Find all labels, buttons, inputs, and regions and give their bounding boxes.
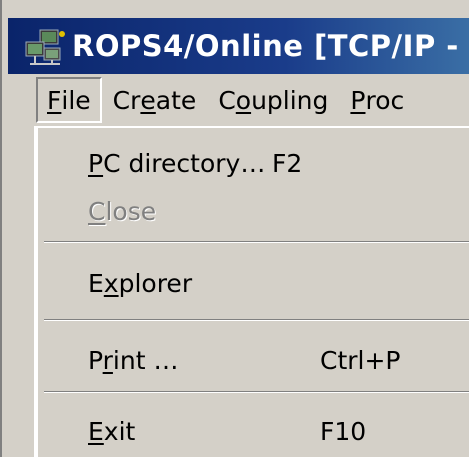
menu-separator	[44, 319, 469, 321]
menu-item-label: PC directory…	[88, 148, 266, 178]
menu-coupling-b: upling	[251, 85, 329, 115]
menu-item-shortcut: F10	[320, 416, 367, 446]
menu-proc-accel: P	[350, 85, 366, 115]
title-bar[interactable]: ROPS4/Online [TCP/IP -	[8, 18, 469, 74]
menu-item-pc-directory[interactable]: PC directory… F2	[36, 138, 469, 188]
application-window: ROPS4/Online [TCP/IP - File Cr e ate Co upl…	[0, 0, 469, 457]
menu-proc-rest: roc	[365, 85, 405, 115]
menu-item-label: Close	[88, 196, 157, 226]
menu-file[interactable]: File	[36, 77, 102, 123]
menu-item-exit[interactable]: Exit F10	[36, 406, 469, 456]
menu-proc[interactable]: Proc	[339, 77, 415, 123]
network-computer-icon[interactable]	[22, 24, 66, 68]
menu-coupling-accel: o	[235, 85, 252, 115]
menu-bar: File Cr e ate Co upling Proc	[8, 74, 469, 126]
menu-item-explorer[interactable]: Explorer	[36, 258, 469, 308]
menu-create[interactable]: Cr e ate	[102, 77, 208, 123]
menu-coupling-a: C	[218, 85, 236, 115]
menu-item-print[interactable]: Print … Ctrl+P	[36, 335, 469, 385]
menu-separator	[44, 241, 469, 243]
window-title: ROPS4/Online [TCP/IP -	[72, 29, 459, 63]
menu-item-close[interactable]: Close	[36, 186, 469, 236]
window-border	[0, 0, 8, 457]
file-menu-dropdown: PC directory… F2 Close Explorer Print … …	[34, 126, 469, 457]
menu-item-label: Exit	[88, 416, 136, 446]
menu-item-shortcut: F2	[272, 148, 303, 178]
menu-item-shortcut: Ctrl+P	[320, 345, 401, 375]
menu-file-accel: F	[47, 85, 62, 115]
menu-coupling[interactable]: Co upling	[207, 77, 339, 123]
menu-separator	[44, 391, 469, 393]
menu-create-b: ate	[155, 85, 197, 115]
menu-create-a: Cr	[112, 85, 141, 115]
menu-item-label: Print …	[88, 345, 179, 375]
menu-file-rest: ile	[61, 85, 91, 115]
menu-create-accel: e	[140, 85, 156, 115]
menu-item-label: Explorer	[88, 268, 193, 298]
